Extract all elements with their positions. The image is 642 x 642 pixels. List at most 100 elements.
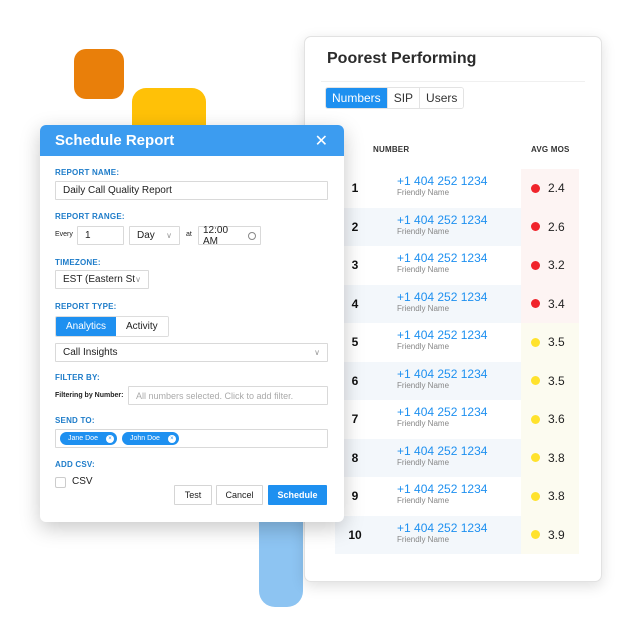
table-row: 4 +1 404 252 1234 Friendly Name 3.4 [335, 284, 581, 323]
table-row: 1 +1 404 252 1234 Friendly Name 2.4 [335, 169, 581, 208]
phone-number-link[interactable]: +1 404 252 1234 [397, 367, 487, 381]
friendly-name: Friendly Name [397, 265, 450, 274]
time-input[interactable]: 12:00 AM [198, 224, 261, 247]
table-row: 3 +1 404 252 1234 Friendly Name 3.2 [335, 246, 581, 285]
friendly-name: Friendly Name [397, 457, 450, 467]
phone-number-link[interactable]: +1 404 252 1234 [397, 174, 487, 188]
report-type-analytics[interactable]: Analytics [56, 317, 117, 336]
timezone-value: EST (Eastern Sta [63, 274, 136, 285]
table-row: 8 +1 404 252 1234 Friendly Name 3.8 [335, 438, 581, 477]
phone-number-link[interactable]: +1 404 252 1234 [397, 290, 487, 304]
phone-number-link[interactable]: +1 404 252 1234 [397, 521, 487, 535]
mos-value: 3.4 [548, 296, 565, 311]
csv-checkbox-label: CSV [72, 476, 93, 487]
number-cell: +1 404 252 1234 Friendly Name [397, 213, 487, 237]
mos-cell: 3.4 [531, 297, 565, 311]
phone-number-link[interactable]: +1 404 252 1234 [397, 405, 487, 419]
modal-title: Schedule Report [55, 132, 175, 149]
number-cell: +1 404 252 1234 Friendly Name [397, 174, 487, 198]
phone-number-link[interactable]: +1 404 252 1234 [397, 444, 487, 458]
time-value: 12:00 AM [203, 224, 229, 247]
remove-recipient-icon[interactable]: × [105, 434, 114, 443]
friendly-name: Friendly Name [397, 534, 450, 544]
remove-recipient-icon[interactable]: × [167, 434, 176, 443]
filter-by-label: FILTER BY: [55, 373, 100, 382]
friendly-name: Friendly Name [397, 303, 450, 313]
mos-cell: 3.2 [531, 258, 565, 272]
period-select[interactable]: Day ∨ [129, 226, 180, 245]
report-insight-select[interactable]: Call Insights ∨ [55, 343, 328, 362]
phone-number-link[interactable]: +1 404 252 1234 [397, 482, 487, 496]
recipient-chip[interactable]: John Doe × [121, 432, 179, 445]
recipient-name: Jane Doe [68, 435, 98, 442]
card-title: Poorest Performing [327, 50, 477, 67]
number-cell: +1 404 252 1234 Friendly Name [397, 521, 487, 545]
report-name-value: Daily Call Quality Report [63, 185, 172, 196]
status-dot-icon [531, 337, 540, 347]
report-type-activity[interactable]: Activity [116, 317, 168, 336]
mos-value: 3.2 [548, 258, 565, 273]
add-csv-label: ADD CSV: [55, 460, 95, 469]
decorative-orange-shape [74, 49, 124, 99]
status-dot-icon [531, 260, 540, 270]
row-rank: 10 [348, 527, 362, 542]
tab-numbers[interactable]: Numbers [326, 88, 387, 108]
table-row: 10 +1 404 252 1234 Friendly Name 3.9 [335, 515, 581, 554]
mos-value: 2.4 [548, 181, 565, 196]
status-dot-icon [531, 491, 540, 501]
filtering-by-number-label: Filtering by Number: [55, 392, 124, 399]
performance-table: 1 +1 404 252 1234 Friendly Name 2.4 2 +1… [335, 169, 581, 554]
tab-sip[interactable]: SIP [386, 88, 420, 108]
chevron-down-icon: ∨ [314, 348, 320, 357]
decorative-blue-shape [259, 515, 303, 607]
mos-cell: 2.6 [531, 220, 565, 234]
filter-input[interactable]: All numbers selected. Click to add filte… [128, 386, 328, 405]
friendly-name: Friendly Name [397, 496, 450, 505]
number-cell: +1 404 252 1234 Friendly Name [397, 251, 487, 275]
timezone-label: TIMEZONE: [55, 258, 101, 267]
number-cell: +1 404 252 1234 Friendly Name [397, 367, 487, 391]
column-header-avg-mos[interactable]: AVG MOS [531, 145, 570, 154]
status-dot-icon [531, 376, 540, 386]
clock-icon [248, 231, 256, 240]
phone-number-link[interactable]: +1 404 252 1234 [397, 251, 487, 265]
every-value: 1 [85, 230, 91, 241]
number-cell: +1 404 252 1234 Friendly Name [397, 482, 487, 506]
filter-placeholder: All numbers selected. Click to add filte… [136, 390, 294, 401]
card-tabs: Numbers SIP Users [325, 87, 465, 109]
timezone-select[interactable]: EST (Eastern Sta ∨ [55, 270, 149, 289]
csv-checkbox[interactable] [55, 477, 66, 488]
mos-cell: 3.5 [531, 374, 565, 388]
mos-cell: 3.9 [531, 528, 565, 542]
schedule-button[interactable]: Schedule [268, 485, 327, 505]
number-cell: +1 404 252 1234 Friendly Name [397, 290, 487, 314]
phone-number-link[interactable]: +1 404 252 1234 [397, 328, 487, 342]
tab-users[interactable]: Users [419, 88, 464, 108]
status-dot-icon [531, 414, 540, 424]
number-cell: +1 404 252 1234 Friendly Name [397, 405, 487, 429]
mos-value: 3.5 [548, 335, 565, 350]
mos-value: 3.8 [548, 489, 565, 504]
at-label: at [186, 231, 192, 238]
status-dot-icon [531, 530, 540, 540]
phone-number-link[interactable]: +1 404 252 1234 [397, 213, 487, 227]
send-to-input[interactable]: Jane Doe × John Doe × [55, 429, 328, 448]
status-dot-icon [531, 299, 540, 309]
cancel-button[interactable]: Cancel [216, 485, 263, 505]
test-button[interactable]: Test [174, 485, 212, 505]
close-icon[interactable]: ✕ [315, 131, 328, 151]
mos-cell: 3.5 [531, 335, 565, 349]
column-header-number[interactable]: NUMBER [373, 145, 409, 154]
mos-value: 2.6 [548, 219, 565, 234]
mos-cell: 3.6 [531, 412, 565, 426]
period-value: Day [137, 230, 155, 241]
send-to-label: SEND TO: [55, 416, 95, 425]
mos-cell: 2.4 [531, 181, 565, 195]
number-cell: +1 404 252 1234 Friendly Name [397, 444, 487, 468]
recipient-name: John Doe [129, 435, 160, 442]
recipient-chip[interactable]: Jane Doe × [60, 432, 117, 445]
every-input[interactable]: 1 [77, 226, 124, 245]
report-type-label: REPORT TYPE: [55, 302, 117, 311]
report-name-input[interactable]: Daily Call Quality Report [55, 181, 328, 200]
table-row: 5 +1 404 252 1234 Friendly Name 3.5 [335, 323, 581, 362]
